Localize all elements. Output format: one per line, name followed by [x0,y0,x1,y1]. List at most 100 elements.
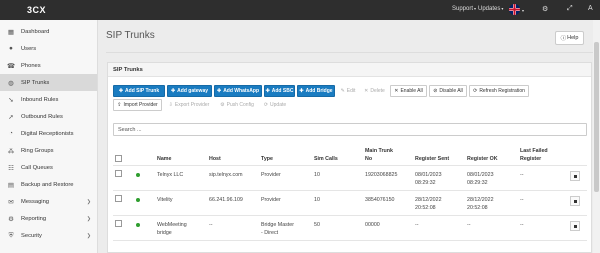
register-sent-date: 08/01/2023 [415,172,442,178]
row-checkbox[interactable] [115,170,122,177]
sip-trunks-panel: SIP Trunks ✚ Add SIP Trunk ✚ Add gateway ✚… [107,62,592,253]
trunk-type-line: Bridge Master [261,222,294,228]
import-provider-button[interactable]: ⇪ Import Provider [113,99,162,111]
sidebar-item-backup-and-restore[interactable]: ▤ Backup and Restore [0,176,97,193]
settings-icon[interactable]: ⚙ [542,5,548,13]
sidebar-item-call-queues[interactable]: ☷ Call Queues [0,159,97,176]
support-menu[interactable]: Support▾ [452,6,476,12]
column-header-last-failed-register[interactable]: Last Failed Register [520,147,548,163]
sidebar-item-digital-receptionists[interactable]: ◔ Digital Receptionists [0,125,97,142]
chevron-right-icon: ❯ [86,215,91,222]
divider [113,165,587,166]
help-button[interactable]: ⓘ Help [555,31,584,45]
column-header-name[interactable]: Name [157,155,171,163]
trunk-main-number: 00000 [365,222,380,228]
close-icon: ✕ [394,88,399,94]
select-all-checkbox[interactable] [115,155,122,162]
row-checkbox[interactable] [115,195,122,202]
row-action-button[interactable] [570,221,580,231]
fullscreen-icon[interactable]: ⤢ [567,5,573,13]
refresh-registration-label: Refresh Registration [479,88,525,94]
trunk-main-number: 19203068825 [365,172,398,178]
chevron-down-icon[interactable]: ▾ [522,8,524,13]
row-checkbox[interactable] [115,220,122,227]
trunk-type: Provider [261,197,281,203]
sidebar-item-label: Dashboard [21,28,50,35]
sidebar-item-phones[interactable]: ☎ Phones [0,57,97,74]
app-logo[interactable]: 3CX [27,5,46,15]
add-sip-trunk-button[interactable]: ✚ Add SIP Trunk [113,85,165,97]
sidebar-item-sip-trunks[interactable]: ◍ SIP Trunks [0,74,97,91]
reporting-icon: ⚙ [8,215,14,223]
column-header-register-sent[interactable]: Register Sent [415,155,449,163]
register-sent-date: 28/12/2022 [415,197,442,203]
column-header-host[interactable]: Host [209,155,221,163]
trunk-name: WebMeeting bridge [157,221,187,237]
enable-all-button[interactable]: ✕ Enable All [390,85,427,97]
search-input[interactable] [113,123,587,136]
upload-icon: ⇪ [117,102,122,108]
sidebar-item-ring-groups[interactable]: ⁂ Ring Groups [0,142,97,159]
export-provider-label: Export Provider [174,102,210,108]
add-bridge-button[interactable]: ✚ Add Bridge [297,85,335,97]
add-sbc-button[interactable]: ✚ Add SBC [264,85,295,97]
stop-icon [573,174,577,178]
scrollbar-thumb[interactable] [594,42,599,192]
trunk-main-number: 3854076150 [365,197,395,203]
add-gateway-label: Add gateway [177,88,209,94]
update-button[interactable]: ⟳ Update [260,99,290,111]
export-provider-button[interactable]: ⇩ Export Provider [164,99,214,111]
sidebar-item-dashboard[interactable]: ▦ Dashboard [0,23,97,40]
gear-icon: ⚙ [220,102,225,108]
sidebar: ▦ Dashboard ● Users ☎ Phones ◍ SIP Trunk… [0,20,98,253]
backup-icon: ▤ [7,181,15,189]
push-config-button[interactable]: ⚙ Push Config [216,99,258,111]
divider [113,215,587,216]
refresh-registration-button[interactable]: ⟳ Refresh Registration [469,85,529,97]
page-scrollbar[interactable] [593,20,600,253]
sidebar-item-security[interactable]: ⛨ Security ❯ [0,227,97,244]
column-header-main-trunk-no[interactable]: Main Trunk No [365,147,393,163]
updates-menu[interactable]: Updates▾ [478,6,503,12]
trunk-sim-calls: 10 [314,197,320,203]
row-action-button[interactable] [570,171,580,181]
register-sent: 08/01/2023 08:29:32 [415,171,442,187]
language-flag-icon[interactable] [509,4,520,15]
header-line: Main Trunk [365,148,393,154]
sidebar-item-messaging[interactable]: ✉ Messaging ❯ [0,193,97,210]
register-ok-date: 08/01/2023 [467,172,494,178]
edit-button[interactable]: ✎ Edit [337,85,359,97]
column-header-sim-calls[interactable]: Sim Calls [314,155,338,163]
sidebar-item-users[interactable]: ● Users [0,40,97,57]
stop-icon [573,224,577,228]
plus-icon: ✚ [216,88,222,94]
register-ok-time: 20:52:08 [467,205,488,211]
register-sent: 28/12/2022 20:52:08 [415,196,442,212]
delete-button[interactable]: ✕ Delete [361,85,388,97]
register-ok-date: 28/12/2022 [467,197,494,203]
user-menu[interactable]: A [588,5,593,12]
updates-menu-label: Updates [478,6,501,12]
import-provider-label: Import Provider [123,102,158,108]
column-header-register-ok[interactable]: Register OK [467,155,498,163]
panel-header: SIP Trunks [108,63,591,77]
column-header-type[interactable]: Type [261,155,273,163]
dashboard-icon: ▦ [7,28,15,36]
sidebar-item-label: Call Queues [21,164,53,171]
sidebar-item-outbound-rules[interactable]: ➚ Outbound Rules [0,108,97,125]
register-sent: -- [415,222,419,228]
outbound-icon: ➚ [8,113,14,121]
enable-all-label: Enable All [400,88,423,94]
sidebar-item-reporting[interactable]: ⚙ Reporting ❯ [0,210,97,227]
add-gateway-button[interactable]: ✚ Add gateway [167,85,212,97]
row-action-button[interactable] [570,196,580,206]
sidebar-item-label: Outbound Rules [21,113,63,120]
shield-icon: ⛨ [8,231,14,239]
sidebar-item-label: Phones [21,62,41,69]
trunk-name-line: bridge [157,230,172,236]
sidebar-item-inbound-rules[interactable]: ➘ Inbound Rules [0,91,97,108]
trunk-type: Bridge Master - Direct [261,221,294,237]
help-button-label: Help [567,35,579,41]
add-whatsapp-button[interactable]: ✚ Add WhatsApp [214,85,262,97]
disable-all-button[interactable]: ⊘ Disable All [429,85,467,97]
